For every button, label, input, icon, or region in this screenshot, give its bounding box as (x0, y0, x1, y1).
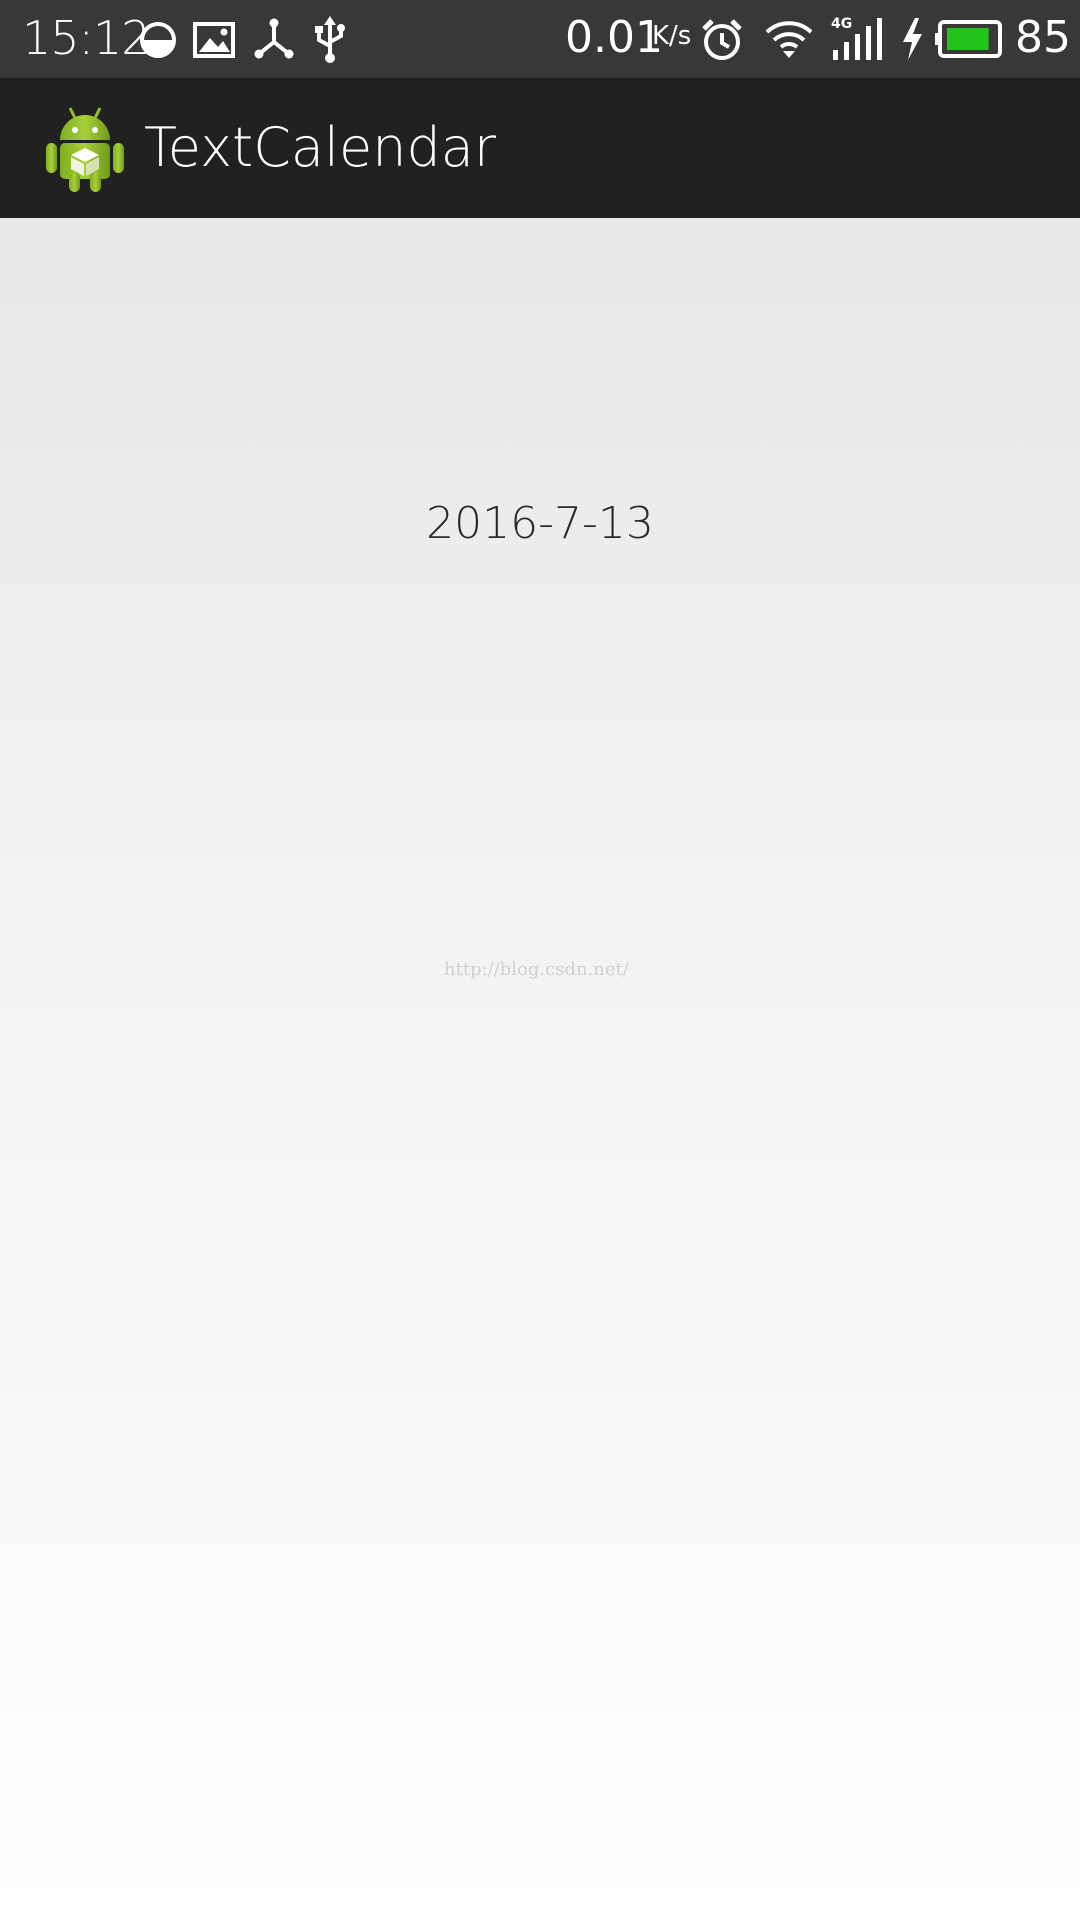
image-icon (193, 22, 235, 58)
battery-fill (947, 28, 989, 50)
charging-icon (903, 18, 922, 60)
alarm-icon (702, 19, 742, 60)
action-bar: TextCalendar (0, 78, 1080, 218)
signal-4g-icon: 4G (831, 16, 882, 60)
android-app-icon[interactable] (42, 102, 128, 194)
network-speed-unit: K/s (652, 21, 692, 51)
wifi-icon (765, 21, 813, 58)
data-saver-icon (140, 22, 176, 58)
battery-level: 85 (1015, 12, 1071, 63)
battery-icon (935, 20, 1002, 58)
main-content: 2016-7-13 http://blog.csdn.net/ (0, 218, 1080, 1920)
status-time: 15:12 (22, 11, 151, 65)
share-icon (254, 18, 294, 59)
watermark-text: http://blog.csdn.net/ (444, 959, 629, 980)
date-text: 2016-7-13 (426, 498, 654, 549)
svg-text:4G: 4G (831, 16, 852, 32)
network-speed: 0.01 (565, 12, 663, 63)
app-title: TextCalendar (144, 116, 497, 179)
status-bar: 15:12 0.01 K/s 4G 85 (0, 0, 1080, 78)
usb-icon (315, 16, 345, 63)
